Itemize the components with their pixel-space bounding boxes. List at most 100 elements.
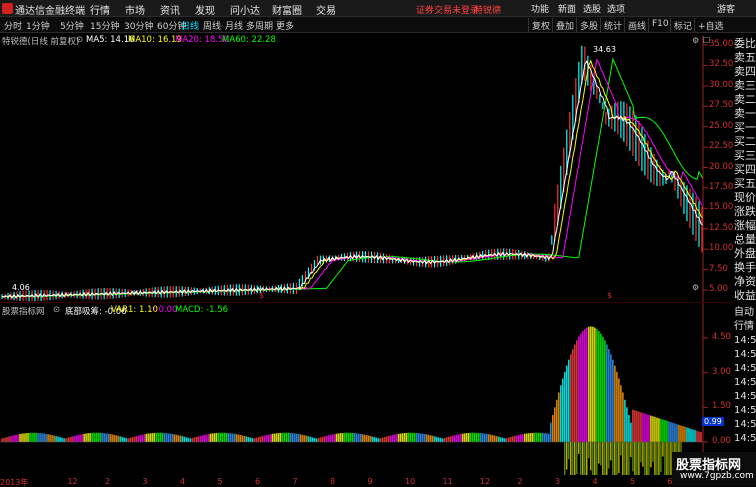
date-tick-label: 12 bbox=[480, 477, 491, 486]
date-tick-label: 4 bbox=[180, 477, 186, 486]
stock-link[interactable]: 特锐德 bbox=[474, 3, 501, 16]
menu-discover[interactable]: 发现 bbox=[195, 2, 215, 17]
date-tick-label: 5 bbox=[217, 477, 223, 486]
app-logo bbox=[2, 3, 13, 14]
panel-divider bbox=[0, 302, 733, 303]
price-tick-label: 35.00 bbox=[709, 39, 734, 49]
dividend-marker: $ bbox=[259, 291, 265, 300]
sidebar-item[interactable]: 总量 bbox=[734, 233, 756, 247]
date-tick-label: 2013年 bbox=[0, 478, 29, 487]
menu-ask[interactable]: 问小达 bbox=[230, 2, 260, 17]
sidebar-item[interactable]: 委比 bbox=[734, 37, 756, 51]
indicator-tick-label: 3.00 bbox=[712, 366, 731, 377]
price-chart bbox=[1, 44, 708, 302]
date-tick-label: 11 bbox=[442, 477, 453, 486]
add-watchlist-button[interactable]: +自选 bbox=[694, 18, 727, 32]
date-tick-label: 12 bbox=[67, 477, 78, 486]
stats-button[interactable]: 统计 bbox=[600, 18, 625, 32]
f10-button[interactable]: F10 bbox=[648, 18, 672, 32]
date-tick-label: 3 bbox=[142, 477, 148, 486]
menu-news[interactable]: 资讯 bbox=[160, 2, 180, 17]
ma20-line bbox=[1, 58, 704, 298]
title-bar: 通达信金融终端 行情 市场 资讯 发现 问小达 财富圈 交易 证券交易未登录 特… bbox=[0, 0, 756, 17]
sidebar-item[interactable]: 现价 bbox=[734, 191, 756, 205]
indicator-settings-icon[interactable]: ⊙ bbox=[53, 305, 60, 317]
indicator-tick-label: 4.50 bbox=[712, 332, 731, 342]
price-tick-label: 32.50 bbox=[709, 59, 734, 70]
menu-stockpick[interactable]: 选股 bbox=[583, 2, 601, 15]
sidebar-item[interactable]: 卖二 bbox=[734, 93, 756, 107]
sidebar-item[interactable]: 卖三 bbox=[734, 79, 756, 93]
ma5-line bbox=[1, 60, 704, 299]
ma60-line bbox=[2, 57, 704, 297]
mark-button[interactable]: 标记 bbox=[670, 18, 695, 32]
sidebar-item[interactable]: 买三 bbox=[734, 149, 756, 163]
date-tick-label: 8 bbox=[330, 477, 336, 486]
menu-quotes[interactable]: 行情 bbox=[90, 2, 110, 17]
var1-value: VAR1: 1.10 bbox=[111, 305, 158, 315]
period-monthly[interactable]: 月线 bbox=[225, 19, 243, 32]
price-tick-label: 22.50 bbox=[709, 141, 734, 152]
period-timeshare[interactable]: 分时 bbox=[4, 19, 22, 32]
date-tick-label: 9 bbox=[367, 477, 373, 486]
dividend-marker: $ bbox=[607, 291, 613, 300]
sidebar-item: 14:50 bbox=[734, 391, 756, 402]
period-1min[interactable]: 1分钟 bbox=[26, 19, 50, 32]
guest-label[interactable]: 游客 bbox=[717, 2, 735, 15]
menu-newface[interactable]: 新面 bbox=[558, 2, 576, 15]
period-multi[interactable]: 多周期 bbox=[246, 19, 273, 32]
menu-trade[interactable]: 交易 bbox=[316, 2, 336, 17]
sidebar-item[interactable]: 卖一 bbox=[734, 107, 756, 121]
sidebar-item[interactable]: 自动 bbox=[734, 306, 756, 320]
menu-market[interactable]: 市场 bbox=[125, 2, 145, 17]
period-weekly[interactable]: 周线 bbox=[203, 19, 221, 32]
sidebar-item: 14:50 bbox=[734, 419, 756, 430]
date-tick-label: 6 bbox=[255, 477, 261, 486]
sidebar-item[interactable]: 行情 bbox=[734, 320, 756, 334]
watermark-url: www.7gpzb.com bbox=[680, 471, 754, 481]
sidebar-item[interactable]: 换手 bbox=[734, 261, 756, 275]
adjust-button[interactable]: 复权 bbox=[528, 18, 553, 32]
price-tick-label: 20.00 bbox=[709, 161, 734, 172]
date-tick-label: 2 bbox=[105, 477, 111, 486]
sidebar-item: 14:50 bbox=[734, 377, 756, 388]
sidebar-item[interactable]: 净资 bbox=[734, 275, 756, 289]
current-value-tag: 0.99 bbox=[702, 417, 724, 426]
sidebar-item[interactable]: 买四 bbox=[734, 163, 756, 177]
sidebar-item[interactable]: 外盘 bbox=[734, 247, 756, 261]
chart-canvas[interactable] bbox=[0, 35, 733, 475]
period-more[interactable]: 更多 bbox=[276, 19, 294, 32]
sidebar-item[interactable]: 涨幅 bbox=[734, 219, 756, 233]
zero-value: : 0.00 bbox=[153, 305, 178, 315]
date-tick-label: 4 bbox=[592, 477, 598, 486]
period-toolbar: 分时 1分钟 5分钟 15分钟 30分钟 60分钟 日线 周线 月线 多周期 更… bbox=[0, 17, 756, 33]
low-price-label: 4.06 bbox=[12, 283, 30, 292]
price-tick-label: 25.00 bbox=[709, 120, 734, 131]
multistock-button[interactable]: 多股 bbox=[576, 18, 601, 32]
menu-options[interactable]: 选项 bbox=[607, 2, 625, 15]
sidebar-item[interactable]: 涨跌 bbox=[734, 205, 756, 219]
period-5min[interactable]: 5分钟 bbox=[60, 19, 84, 32]
sidebar-item[interactable]: 买二 bbox=[734, 135, 756, 149]
overlay-button[interactable]: 叠加 bbox=[552, 18, 577, 32]
sidebar-item[interactable]: 收益 bbox=[734, 289, 756, 303]
menu-wealth[interactable]: 财富圈 bbox=[272, 2, 302, 17]
period-daily[interactable]: 日线 bbox=[181, 19, 199, 32]
tick-sidebar: 自动 行情 14:50 14:50 14:50 14:50 14:50 14:5… bbox=[734, 306, 756, 446]
sidebar-item[interactable]: 卖五 bbox=[734, 51, 756, 65]
sidebar-item: 14:50 bbox=[734, 349, 756, 360]
period-15min[interactable]: 15分钟 bbox=[90, 19, 119, 32]
indicator-tick-label: 1.50 bbox=[712, 401, 731, 412]
menu-function[interactable]: 功能 bbox=[531, 2, 549, 15]
ma10-line bbox=[1, 59, 704, 299]
price-tick-label: 15.00 bbox=[709, 202, 734, 213]
sidebar-item[interactable]: 买五 bbox=[734, 177, 756, 191]
sidebar-item[interactable]: 卖四 bbox=[734, 65, 756, 79]
period-30min[interactable]: 30分钟 bbox=[124, 19, 153, 32]
date-tick-label: 7 bbox=[292, 477, 298, 486]
sidebar-item: 14:50 bbox=[734, 335, 756, 346]
draw-button[interactable]: 画线 bbox=[624, 18, 649, 32]
price-tick-label: 30.00 bbox=[709, 79, 734, 90]
sidebar-item[interactable]: 买一 bbox=[734, 121, 756, 135]
login-status[interactable]: 证券交易未登录 bbox=[416, 3, 479, 16]
